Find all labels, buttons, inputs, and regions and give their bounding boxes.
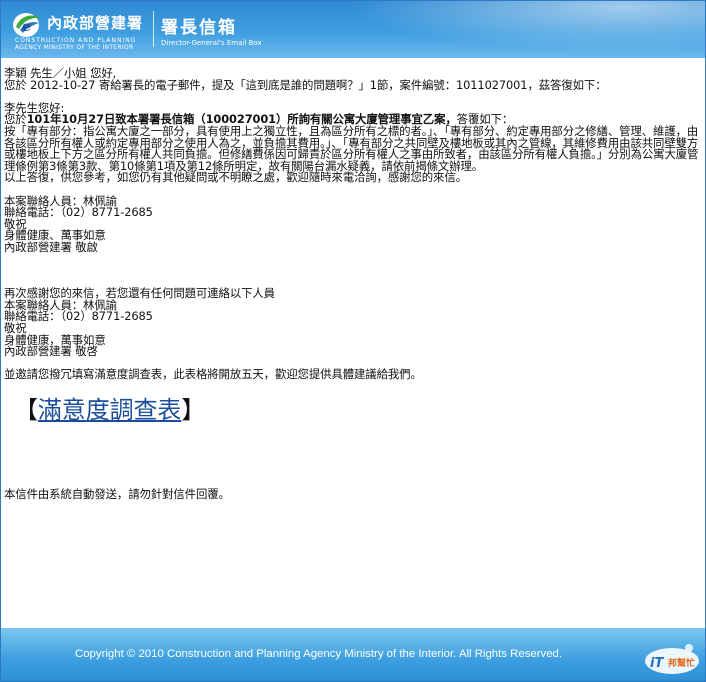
intro-line: 您於 2012-10-27 寄給署長的電子郵件，提及「這到底是誰的問題啊？」1節… [4, 77, 607, 92]
header-divider [153, 11, 154, 47]
contact-phone-2: 聯絡電話：（02）8771-2685 [4, 309, 153, 324]
letter-body: 李穎 先生／小姐 您好, 您於 2012-10-27 寄給署長的電子郵件，提及「… [4, 67, 700, 502]
wish-line-2: 身體健康，萬事如意 [4, 332, 106, 347]
survey-link-block: 【滿意度調查表】 [14, 395, 700, 425]
email-frame: e 內政部營建署 CONSTRUCTION AND PLANNING AGENC… [0, 0, 706, 682]
respect-line-2: 敬祝 [4, 321, 27, 336]
survey-invite: 並邀請您撥冗填寫滿意度調查表，此表格將開放五天，歡迎您提供具體建議給我們。 [4, 367, 422, 382]
svg-text:e: e [22, 19, 31, 35]
agency-logo-icon: e [13, 13, 41, 37]
org-english-line2: AGENCY MINISTRY OF THE INTERIOR [15, 44, 134, 51]
reply-body: 按「專有部分：指公寓大廈之一部分，具有使用上之獨立性，且為區分所有之標的者。」、… [4, 123, 699, 173]
header-banner: e 內政部營建署 CONSTRUCTION AND PLANNING AGENC… [1, 1, 705, 58]
respect-line: 敬祝 [4, 216, 27, 231]
survey-bracket-close: 】 [181, 396, 206, 425]
footer-banner: Copyright © 2010 Construction and Planni… [1, 628, 705, 681]
svg-text:iT: iT [650, 656, 664, 671]
wish-line: 身體健康、萬事如意 [4, 228, 106, 243]
org-english-line1: CONSTRUCTION AND PLANNING [15, 37, 137, 44]
mailbox-title: 署長信箱 [161, 18, 237, 38]
auto-notice: 本信件由系統自動發送，請勿針對信件回覆。 [4, 487, 230, 502]
survey-bracket-open: 【 [14, 396, 38, 425]
survey-link[interactable]: 滿意度調查表 [38, 396, 182, 424]
org-name: 內政部營建署 [47, 14, 144, 32]
signature: 內政部營建署 敬啟 [4, 239, 98, 254]
signature-2: 內政部營建署 敬啓 [4, 344, 98, 359]
svg-text:邦幫忙: 邦幫忙 [668, 657, 695, 669]
copyright-text: Copyright © 2010 Construction and Planni… [75, 648, 563, 660]
ithome-watermark-icon: iT 邦幫忙 [645, 644, 699, 674]
contact-phone: 聯絡電話：（02）8771-2685 [4, 205, 153, 220]
header-shine [301, 1, 705, 58]
mailbox-english-title: Director-General's Email Box [161, 39, 262, 47]
closing-line: 以上答復，供您參考，如您仍有其他疑問或不明瞭之處，歡迎隨時來電洽詢，感謝您的來信… [4, 170, 467, 185]
